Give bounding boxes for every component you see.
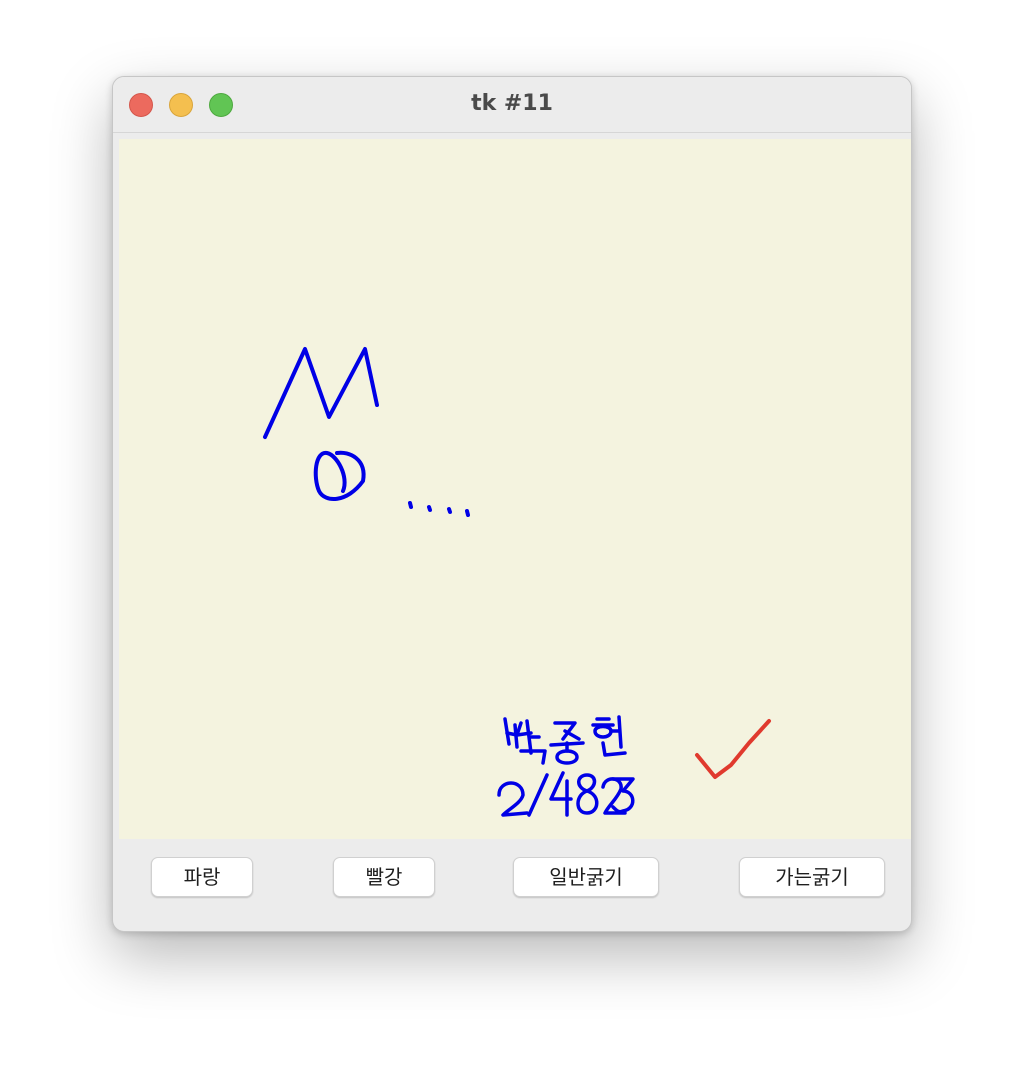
button-bar: 파랑 빨강 일반굵기 가는굵기 xyxy=(113,839,911,931)
desktop: tk #11 파랑 빨강 일반굵기 가는굵기 xyxy=(0,0,1024,1080)
handwritten-name xyxy=(503,715,627,765)
window-title: tk #11 xyxy=(471,91,553,116)
handwritten-dots xyxy=(408,501,470,517)
handwritten-number xyxy=(497,771,635,817)
drawing-canvas[interactable] xyxy=(119,139,912,839)
title-bar[interactable]: tk #11 xyxy=(113,77,911,133)
handwritten-checkmark xyxy=(695,719,771,779)
thin-thickness-button[interactable]: 가는굵기 xyxy=(739,857,885,897)
blue-pen-button[interactable]: 파랑 xyxy=(151,857,253,897)
red-pen-button[interactable]: 빨강 xyxy=(333,857,435,897)
app-window: tk #11 파랑 빨강 일반굵기 가는굵기 xyxy=(112,76,912,932)
drawing-surface[interactable] xyxy=(119,139,912,839)
handwritten-letter-o xyxy=(313,450,366,501)
normal-thickness-button[interactable]: 일반굵기 xyxy=(513,857,659,897)
handwritten-letter-m xyxy=(263,347,379,439)
